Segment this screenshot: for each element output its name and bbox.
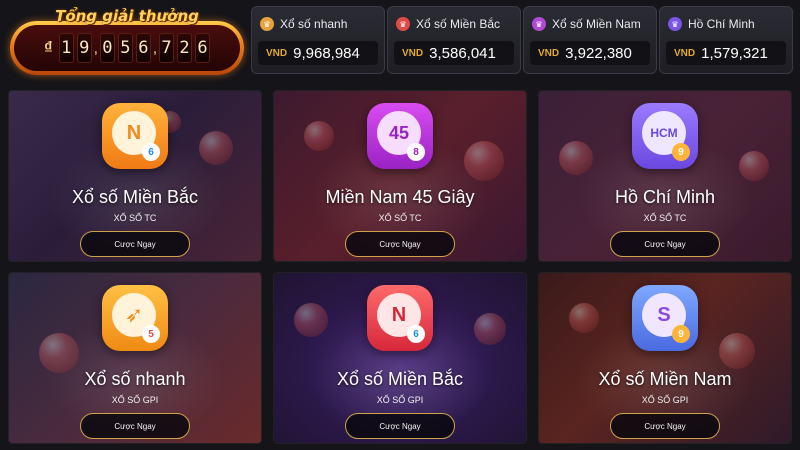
card-title: Hồ Chí Minh <box>614 187 716 207</box>
card-title: Miền Nam 45 Giây <box>325 187 475 207</box>
jackpot-digit: 6 <box>195 33 211 63</box>
jackpot-digit: 6 <box>135 33 151 63</box>
lottery-orange-icon: ♛ <box>260 17 274 31</box>
bet-now-button[interactable]: Cược Ngay <box>610 231 720 257</box>
jackpot-counter: ₫ 1 9 , 0 5 6 , 7 2 6 <box>10 21 244 75</box>
prize-name: Xổ số nhanh <box>280 17 348 31</box>
prize-value: 3,586,041 <box>429 44 496 62</box>
lottery-violet-icon: ♛ <box>668 17 682 31</box>
xo-so-nhanh-icon: ➶ 5 <box>102 285 168 351</box>
card-subtitle: XỔ SỐ GPI <box>641 395 689 405</box>
jackpot-digit: 9 <box>76 33 92 63</box>
card-title: Xổ số Miền Bắc <box>71 187 199 207</box>
bet-now-button[interactable]: Cược Ngay <box>80 231 190 257</box>
game-card-xo-so-nhanh[interactable]: ➶ 5 Xổ số nhanh XỔ SỐ GPI Cược Ngay <box>8 272 262 444</box>
prize-box-xo-so-nhanh[interactable]: ♛ Xổ số nhanh VND 9,968,984 <box>251 6 385 74</box>
mien-bac-gpi-icon: N 6 <box>367 285 433 351</box>
jackpot-panel: Tổng giải thưởng ₫ 1 9 , 0 5 6 , 7 2 6 <box>10 6 244 75</box>
mien-nam-gpi-icon: S 9 <box>632 285 698 351</box>
prize-name: Hồ Chí Minh <box>688 17 755 31</box>
card-subtitle: XỔ SỐ TC <box>643 213 687 223</box>
prize-amount-field: VND 9,968,984 <box>258 41 378 65</box>
prize-currency: VND <box>402 47 424 59</box>
bet-now-button[interactable]: Cược Ngay <box>345 231 455 257</box>
prize-box-ho-chi-minh[interactable]: ♛ Hồ Chí Minh VND 1,579,321 <box>659 6 793 74</box>
lottery-red-icon: ♛ <box>396 17 410 31</box>
card-title: Xổ số nhanh <box>84 369 186 389</box>
prize-amount-field: VND 3,586,041 <box>394 41 514 65</box>
card-subtitle: XỔ SỐ GPI <box>111 395 159 405</box>
bet-now-button[interactable]: Cược Ngay <box>610 413 720 439</box>
card-title: Xổ số Miền Bắc <box>336 369 464 389</box>
lottery-purple-icon: ♛ <box>532 17 546 31</box>
prize-value: 3,922,380 <box>565 44 632 62</box>
jackpot-title: Tổng giải thưởng <box>55 7 199 25</box>
game-card-mien-bac-tc[interactable]: N 6 Xổ số Miền Bắc XỔ SỐ TC Cược Ngay <box>8 90 262 262</box>
mien-nam-45-icon: 45 8 <box>367 103 433 169</box>
prize-value: 9,968,984 <box>293 44 360 62</box>
bet-now-button[interactable]: Cược Ngay <box>80 413 190 439</box>
game-card-ho-chi-minh[interactable]: HCM 9 Hồ Chí Minh XỔ SỐ TC Cược Ngay <box>538 90 792 262</box>
prize-currency: VND <box>538 47 560 59</box>
prize-currency: VND <box>674 47 696 59</box>
prize-amount-field: VND 3,922,380 <box>530 41 650 65</box>
jackpot-digit: 7 <box>159 33 175 63</box>
jackpot-digit: 2 <box>177 33 193 63</box>
prize-amount-field: VND 1,579,321 <box>666 41 786 65</box>
jackpot-digit: 0 <box>99 33 115 63</box>
prize-value: 1,579,321 <box>701 44 768 62</box>
game-card-mien-nam-gpi[interactable]: S 9 Xổ số Miền Nam XỔ SỐ GPI Cược Ngay <box>538 272 792 444</box>
lottery-lobby: Tổng giải thưởng ₫ 1 9 , 0 5 6 , 7 2 6 ♛… <box>0 0 800 450</box>
card-subtitle: XỔ SỐ GPI <box>376 395 424 405</box>
prize-name: Xổ số Miền Bắc <box>416 17 501 31</box>
prize-box-mien-bac[interactable]: ♛ Xổ số Miền Bắc VND 3,586,041 <box>387 6 521 74</box>
prize-box-mien-nam[interactable]: ♛ Xổ số Miền Nam VND 3,922,380 <box>523 6 657 74</box>
prize-name: Xổ số Miền Nam <box>552 17 641 31</box>
card-subtitle: XỔ SỐ TC <box>378 213 422 223</box>
jackpot-digit: 1 <box>58 33 74 63</box>
ho-chi-minh-icon: HCM 9 <box>632 103 698 169</box>
prize-currency: VND <box>266 47 288 59</box>
bet-now-button[interactable]: Cược Ngay <box>345 413 455 439</box>
mien-bac-tc-icon: N 6 <box>102 103 168 169</box>
card-subtitle: XỔ SỐ TC <box>113 213 157 223</box>
game-card-mien-bac-gpi[interactable]: N 6 Xổ số Miền Bắc XỔ SỐ GPI Cược Ngay <box>273 272 527 444</box>
jackpot-separator: , <box>93 39 98 57</box>
jackpot-currency: ₫ <box>43 38 53 57</box>
card-title: Xổ số Miền Nam <box>598 369 732 389</box>
jackpot-digit: 5 <box>117 33 133 63</box>
jackpot-separator: , <box>152 39 158 57</box>
game-card-mien-nam-45[interactable]: 45 8 Miền Nam 45 Giây XỔ SỐ TC Cược Ngay <box>273 90 527 262</box>
